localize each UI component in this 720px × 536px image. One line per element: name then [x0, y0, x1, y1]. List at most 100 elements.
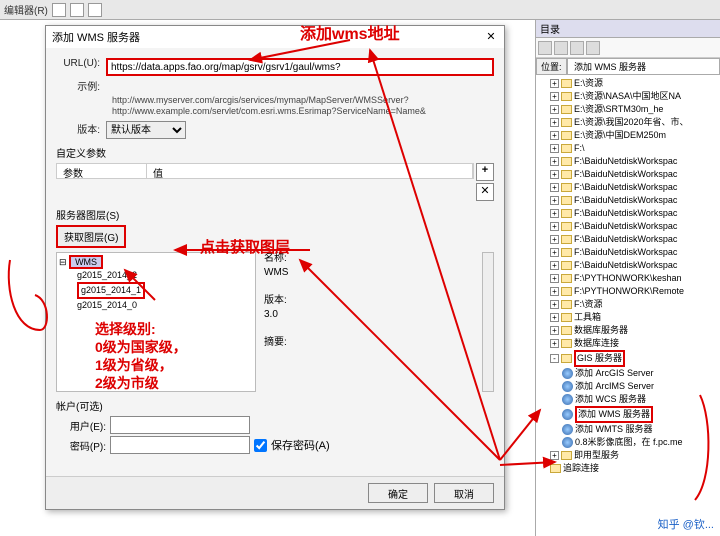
user-input[interactable]: [110, 416, 250, 434]
expand-icon[interactable]: -: [550, 354, 559, 363]
folder-icon: [561, 222, 572, 231]
tab-add-wms[interactable]: 添加 WMS 服务器: [567, 58, 720, 75]
tree-item[interactable]: F:\BaiduNetdiskWorkspac: [574, 259, 677, 272]
param-col-name: 参数: [57, 164, 147, 178]
scrollbar[interactable]: [482, 252, 494, 392]
tree-root-wms[interactable]: WMS: [69, 255, 103, 269]
expand-icon[interactable]: +: [550, 287, 559, 296]
tree-item[interactable]: F:\BaiduNetdiskWorkspac: [574, 194, 677, 207]
expand-icon[interactable]: +: [550, 157, 559, 166]
tree-item[interactable]: E:\资源\我国2020年省、市、: [574, 116, 689, 129]
cancel-button[interactable]: 取消: [434, 483, 494, 503]
globe-icon: [562, 381, 573, 392]
tree-item[interactable]: F:\PYTHONWORK\keshan: [574, 272, 682, 285]
catalog-pane: 目录 位置: 添加 WMS 服务器 +E:\资源+E:\资源\NASA\中国地区…: [535, 20, 720, 536]
tree-item[interactable]: F:\BaiduNetdiskWorkspac: [574, 181, 677, 194]
expand-icon[interactable]: +: [550, 131, 559, 140]
folder-icon: [561, 209, 572, 218]
tree-item[interactable]: E:\资源\中国DEM250m: [574, 129, 666, 142]
expand-icon[interactable]: +: [550, 196, 559, 205]
home-icon[interactable]: [586, 41, 600, 55]
expand-icon[interactable]: +: [550, 339, 559, 348]
tree-item[interactable]: F:\资源: [574, 298, 603, 311]
up-icon[interactable]: [570, 41, 584, 55]
catalog-tree[interactable]: + E:\资源 + E:\资源\NASA\中国地区NA + E:\资源\SRTM30m_h…: [536, 75, 720, 536]
expand-icon[interactable]: ⊟: [59, 257, 67, 267]
tree-item[interactable]: E:\资源: [574, 77, 603, 90]
tab-position[interactable]: 位置:: [536, 58, 567, 75]
expand-icon[interactable]: +: [550, 170, 559, 179]
tree-item[interactable]: E:\资源\SRTM30m_he: [574, 103, 663, 116]
folder-icon: [561, 248, 572, 257]
add-wms-node[interactable]: 添加 WMS 服务器: [575, 406, 653, 423]
tree-item[interactable]: F:\BaiduNetdiskWorkspac: [574, 220, 677, 233]
expand-icon[interactable]: +: [550, 79, 559, 88]
tree-item[interactable]: F:\PYTHONWORK\Remote: [574, 285, 684, 298]
layer-item[interactable]: g2015_2014_0: [77, 299, 253, 312]
version-select[interactable]: 默认版本: [106, 121, 186, 139]
folder-icon: [561, 339, 572, 348]
expand-icon[interactable]: +: [550, 183, 559, 192]
close-icon[interactable]: ✕: [484, 30, 498, 44]
example-label: 示例:: [56, 78, 106, 93]
expand-icon[interactable]: +: [550, 248, 559, 257]
remove-param-button[interactable]: ✕: [476, 183, 494, 201]
folder-icon: [561, 196, 572, 205]
folder-icon: [561, 144, 572, 153]
expand-icon[interactable]: +: [550, 144, 559, 153]
menu-editor[interactable]: 编辑器(R): [4, 2, 48, 17]
layer-item[interactable]: g2015_2014_2: [77, 269, 253, 282]
get-layers-button[interactable]: 获取图层(G): [56, 225, 126, 248]
folder-icon: [561, 183, 572, 192]
app-toolbar: 编辑器(R): [0, 0, 720, 20]
fwd-icon[interactable]: [554, 41, 568, 55]
expand-icon[interactable]: +: [550, 118, 559, 127]
expand-icon[interactable]: +: [550, 313, 559, 322]
expand-icon[interactable]: +: [550, 261, 559, 270]
tool-icon[interactable]: [52, 3, 66, 17]
expand-icon[interactable]: +: [550, 451, 559, 460]
url-input[interactable]: [106, 58, 494, 76]
globe-icon: [562, 394, 573, 405]
folder-icon: [561, 92, 572, 101]
save-password-label: 保存密码(A): [271, 437, 330, 453]
layer-item-selected[interactable]: g2015_2014_1: [77, 282, 145, 299]
expand-icon[interactable]: +: [550, 300, 559, 309]
folder-icon: [561, 105, 572, 114]
example-text-2: http://www.example.com/servlet/com.esri.…: [112, 106, 494, 117]
catalog-toolbar: [536, 38, 720, 58]
expand-icon[interactable]: +: [550, 209, 559, 218]
toolbox-icon: [561, 313, 572, 322]
password-input[interactable]: [110, 436, 250, 454]
folder-icon: [561, 274, 572, 283]
folder-icon: [561, 157, 572, 166]
folder-icon: [561, 354, 572, 363]
save-password-checkbox[interactable]: [254, 439, 267, 452]
layers-tree[interactable]: ⊟ WMS g2015_2014_2 g2015_2014_1 g2015_20…: [56, 252, 256, 392]
expand-icon[interactable]: +: [550, 235, 559, 244]
tree-item[interactable]: F:\BaiduNetdiskWorkspac: [574, 207, 677, 220]
tree-item[interactable]: F:\BaiduNetdiskWorkspac: [574, 233, 677, 246]
tree-item[interactable]: F:\: [574, 142, 585, 155]
tree-item[interactable]: F:\BaiduNetdiskWorkspac: [574, 246, 677, 259]
add-param-button[interactable]: +: [476, 163, 494, 181]
tool-icon[interactable]: [88, 3, 102, 17]
tree-item[interactable]: F:\BaiduNetdiskWorkspac: [574, 168, 677, 181]
globe-icon: [562, 437, 573, 448]
gis-servers-node[interactable]: GIS 服务器: [574, 350, 625, 367]
folder-icon: [561, 118, 572, 127]
example-text-1: http://www.myserver.com/arcgis/services/…: [112, 95, 494, 106]
expand-icon[interactable]: +: [550, 222, 559, 231]
tool-icon[interactable]: [70, 3, 84, 17]
expand-icon[interactable]: +: [550, 92, 559, 101]
back-icon[interactable]: [538, 41, 552, 55]
expand-icon[interactable]: +: [550, 326, 559, 335]
ok-button[interactable]: 确定: [368, 483, 428, 503]
expand-icon[interactable]: +: [550, 274, 559, 283]
server-layers-header: 服务器图层(S): [56, 207, 494, 222]
globe-icon: [562, 409, 573, 420]
expand-icon[interactable]: +: [550, 105, 559, 114]
folder-icon: [561, 79, 572, 88]
tree-item[interactable]: F:\BaiduNetdiskWorkspac: [574, 155, 677, 168]
tree-item[interactable]: E:\资源\NASA\中国地区NA: [574, 90, 681, 103]
